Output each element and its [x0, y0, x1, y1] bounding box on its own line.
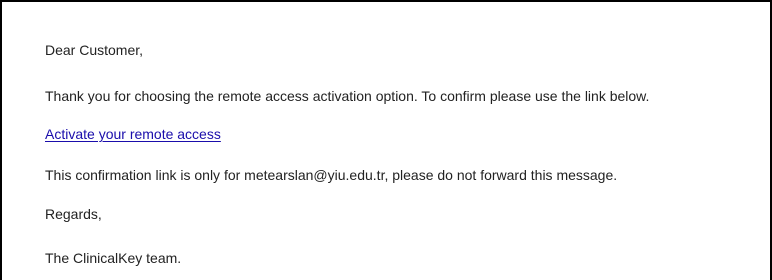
email-closing: Regards,	[45, 206, 102, 222]
activate-remote-access-link[interactable]: Activate your remote access	[45, 126, 221, 142]
email-message-frame: Dear Customer, Thank you for choosing th…	[0, 0, 772, 280]
email-signature: The ClinicalKey team.	[45, 250, 182, 266]
email-greeting: Dear Customer,	[45, 42, 144, 58]
email-intro-text: Thank you for choosing the remote access…	[45, 88, 650, 104]
email-notice-text: This confirmation link is only for metea…	[45, 167, 618, 183]
activation-link-row: Activate your remote access	[45, 125, 221, 143]
